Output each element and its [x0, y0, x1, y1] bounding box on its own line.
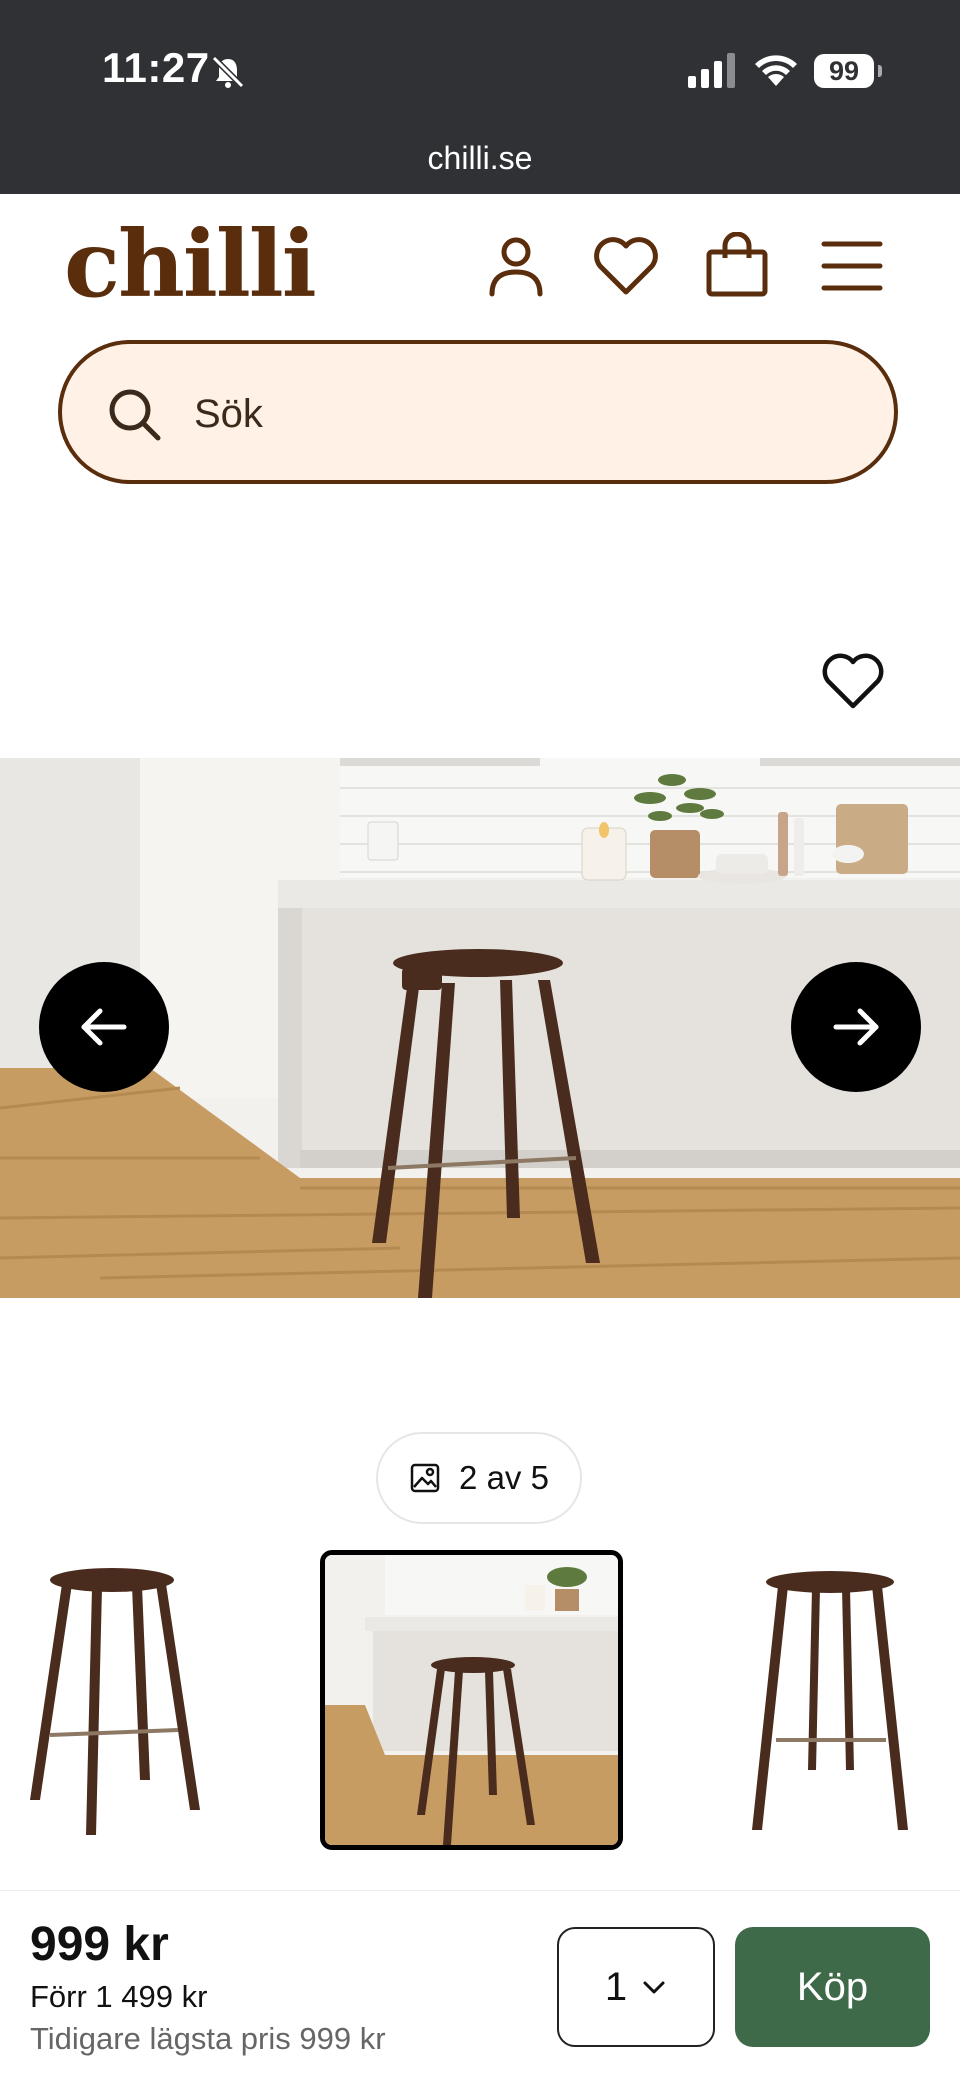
- next-image-button[interactable]: [791, 962, 921, 1092]
- purchase-bar: 999 kr Förr 1 499 kr Tidigare lägsta pri…: [0, 1890, 960, 2082]
- previous-image-button[interactable]: [39, 962, 169, 1092]
- account-icon[interactable]: [482, 232, 550, 300]
- shopping-bag-icon[interactable]: [703, 231, 771, 300]
- chevron-down-icon: [643, 1981, 665, 1994]
- wishlist-heart-icon[interactable]: [592, 232, 660, 300]
- image-counter[interactable]: 2 av 5: [376, 1432, 582, 1524]
- thumbnail-3[interactable]: [750, 1550, 910, 1850]
- arrow-left-icon: [81, 1008, 127, 1046]
- status-time: 11:27: [102, 44, 210, 91]
- quantity-value: 1: [604, 1964, 628, 2009]
- buy-button[interactable]: Köp: [735, 1927, 930, 2047]
- cellular-signal-icon: [688, 53, 735, 88]
- chilli-logo[interactable]: chilli: [64, 218, 317, 310]
- wifi-icon: [755, 55, 797, 86]
- previous-price: Förr 1 499 kr: [30, 1979, 208, 2014]
- thumbnail-1[interactable]: [10, 1550, 215, 1850]
- address-bar-url[interactable]: chilli.se: [0, 140, 960, 177]
- image-gallery-icon: [410, 1463, 440, 1493]
- battery-indicator: 99: [814, 54, 882, 88]
- bell-muted-icon: [211, 55, 245, 89]
- thumbnail-2-selected[interactable]: [320, 1550, 623, 1850]
- add-to-favorites-heart-icon[interactable]: [822, 652, 884, 710]
- current-price: 999 kr: [30, 1918, 169, 1971]
- menu-hamburger-icon[interactable]: [818, 232, 886, 300]
- quantity-select[interactable]: 1: [557, 1927, 715, 2047]
- search-icon: [109, 389, 161, 441]
- search-input[interactable]: [192, 378, 836, 450]
- arrow-right-icon: [833, 1008, 879, 1046]
- search-bar[interactable]: [58, 340, 898, 484]
- lowest-previous-price: Tidigare lägsta pris 999 kr: [30, 2021, 386, 2056]
- image-counter-text: 2 av 5: [459, 1459, 549, 1496]
- browser-status-bar: 11:27 99 chilli.se: [0, 0, 960, 194]
